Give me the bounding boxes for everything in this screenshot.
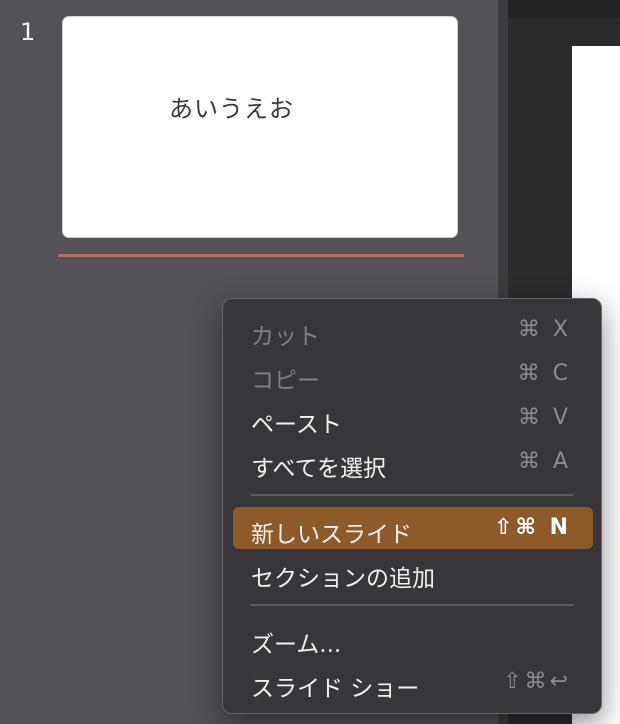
menu-separator <box>250 494 574 496</box>
slide-thumbnail-text: あいうえお <box>169 95 294 123</box>
slide-insertion-indicator <box>58 254 464 257</box>
menu-item-select-all-label: すべてを選択 <box>251 456 387 482</box>
menu-item-new-slide-label: 新しいスライド <box>251 522 412 548</box>
menu-item-zoom[interactable]: ズーム... <box>233 617 593 659</box>
menu-item-copy: コピー ⌘ C <box>233 353 593 395</box>
app-window: 1 あいうえお カット ⌘ X コピー ⌘ C ペースト ⌘ V すべてを選択 … <box>0 0 620 724</box>
menu-item-add-section-label: セクションの追加 <box>251 566 435 592</box>
menu-item-cut-shortcut: ⌘ X <box>517 317 571 342</box>
menu-item-new-slide[interactable]: 新しいスライド ⇧⌘ N <box>233 507 593 549</box>
slide-number: 1 <box>20 18 36 46</box>
menu-item-slideshow-label: スライド ショー <box>251 676 420 702</box>
menu-item-paste-label: ペースト <box>251 412 342 438</box>
menu-item-copy-shortcut: ⌘ C <box>517 361 571 386</box>
menu-item-paste[interactable]: ペースト ⌘ V <box>233 397 593 439</box>
menu-item-cut: カット ⌘ X <box>233 309 593 351</box>
menu-item-slideshow-shortcut: ⇧⌘↩ <box>503 669 571 694</box>
menu-separator <box>250 604 574 606</box>
menu-item-copy-label: コピー <box>251 368 320 394</box>
menu-item-select-all-shortcut: ⌘ A <box>517 449 571 474</box>
menu-item-slideshow[interactable]: スライド ショー ⇧⌘↩ <box>233 661 593 703</box>
menu-item-new-slide-shortcut: ⇧⌘ N <box>494 515 571 540</box>
menu-item-cut-label: カット <box>251 324 320 350</box>
menu-item-select-all[interactable]: すべてを選択 ⌘ A <box>233 441 593 483</box>
context-menu: カット ⌘ X コピー ⌘ C ペースト ⌘ V すべてを選択 ⌘ A 新しいス… <box>222 298 602 714</box>
slide-thumbnail[interactable]: あいうえお <box>62 16 458 238</box>
canvas-top-bar <box>508 0 620 18</box>
menu-item-zoom-label: ズーム... <box>251 632 342 658</box>
menu-item-add-section[interactable]: セクションの追加 <box>233 551 593 593</box>
menu-item-paste-shortcut: ⌘ V <box>517 405 571 430</box>
